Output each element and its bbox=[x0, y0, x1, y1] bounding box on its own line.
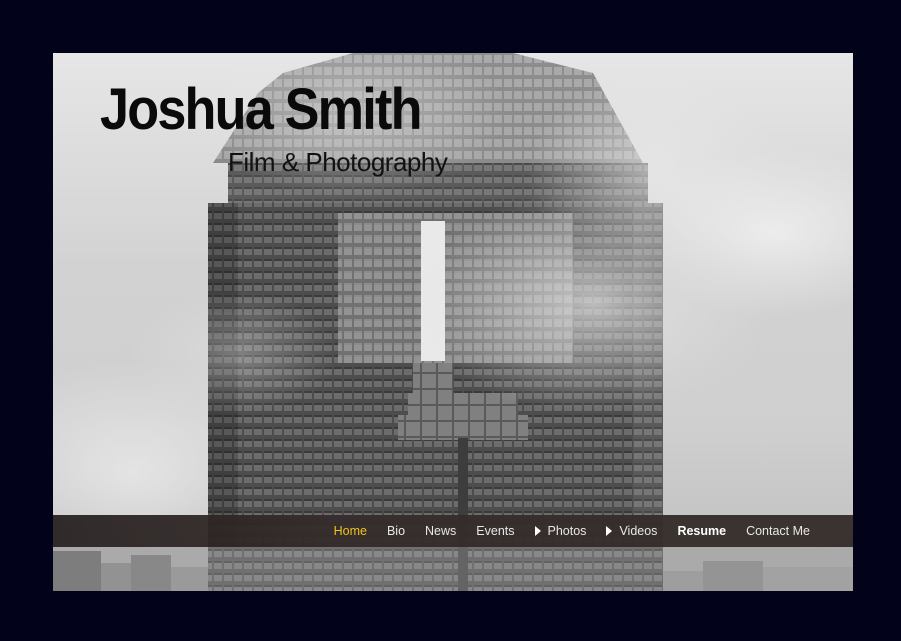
city-skyline-strip bbox=[53, 547, 853, 591]
main-nav: Home Bio News Events Photos Videos Resum… bbox=[53, 515, 853, 547]
nav-item-resume[interactable]: Resume bbox=[677, 524, 726, 538]
nav-label: Videos bbox=[619, 524, 658, 538]
submenu-arrow-icon bbox=[606, 526, 613, 536]
nav-label: Contact Me bbox=[746, 524, 810, 538]
nav-label: Photos bbox=[547, 524, 587, 538]
nav-label: Bio bbox=[386, 524, 406, 538]
nav-label: Events bbox=[476, 524, 515, 538]
nav-list: Home Bio News Events Photos Videos Resum… bbox=[314, 515, 810, 547]
nav-label: Home bbox=[333, 524, 367, 538]
nav-item-bio[interactable]: Bio bbox=[387, 524, 405, 538]
nav-item-home[interactable]: Home bbox=[334, 524, 367, 538]
site-title[interactable]: Joshua Smith bbox=[100, 81, 422, 139]
nav-item-events[interactable]: Events bbox=[476, 524, 514, 538]
nav-item-videos[interactable]: Videos bbox=[606, 524, 657, 538]
hero-frame: Joshua Smith Film & Photography Home Bio… bbox=[53, 53, 853, 591]
nav-label: News bbox=[425, 524, 457, 538]
nav-label: Resume bbox=[677, 524, 727, 538]
nav-item-photos[interactable]: Photos bbox=[534, 524, 587, 538]
site-subtitle: Film & Photography bbox=[228, 147, 448, 177]
submenu-arrow-icon bbox=[534, 526, 541, 536]
nav-item-contact-me[interactable]: Contact Me bbox=[746, 524, 810, 538]
nav-item-news[interactable]: News bbox=[425, 524, 456, 538]
